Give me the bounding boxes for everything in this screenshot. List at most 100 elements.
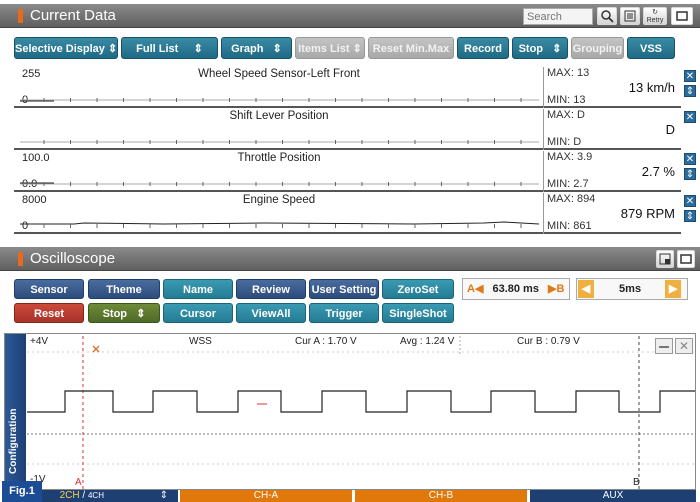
y-axis-top-label: +4V [30, 336, 49, 347]
min-value: MIN: 861 [547, 220, 592, 232]
singleshot-button[interactable]: SingleShot [382, 303, 454, 323]
cursor-a-label[interactable]: A [75, 477, 82, 488]
reorder-row-icon[interactable]: ⇕ [684, 85, 696, 97]
oscilloscope-title: Oscilloscope [30, 250, 116, 267]
stop-dropdown[interactable]: Stop ⇕ [512, 37, 568, 59]
reorder-row-icon[interactable]: ⇕ [684, 168, 696, 180]
current-value: 879 RPM [620, 206, 675, 221]
timebase-decrease-icon[interactable]: ◀ [578, 280, 594, 298]
full-list-dropdown[interactable]: Full List ⇕ [121, 37, 218, 59]
graph-label: Graph [231, 43, 264, 55]
cursor-a-readout: Cur A : 1.70 V [295, 336, 357, 347]
name-button[interactable]: Name [163, 279, 233, 299]
min-value: MIN: 13 [547, 94, 586, 106]
theme-button[interactable]: Theme [88, 279, 160, 299]
selective-display-dropdown[interactable]: Selective Display ⇕ [14, 37, 118, 59]
maximize-icon[interactable] [671, 7, 693, 25]
reset-minmax-button[interactable]: Reset Min.Max [368, 37, 454, 59]
channel-name-label: WSS [189, 336, 212, 347]
items-list-label: Items List [298, 43, 350, 55]
ch-count-sub: 4CH [87, 491, 104, 500]
reorder-row-icon[interactable]: ⇕ [684, 210, 696, 222]
zeroset-button[interactable]: ZeroSet [382, 279, 454, 299]
reset-button[interactable]: Reset [14, 303, 84, 323]
full-list-label: Full List [136, 43, 179, 55]
current-data-header: Current Data ↻ Retry [0, 4, 700, 28]
trend-line [20, 140, 539, 144]
figure-label: Fig.1 [2, 481, 42, 502]
viewall-button[interactable]: ViewAll [236, 303, 306, 323]
min-value: MIN: 2.7 [547, 178, 589, 190]
tab-ch-b[interactable]: CH-B [355, 490, 527, 502]
tab-aux[interactable]: AUX [530, 490, 696, 502]
stop-label: Stop [518, 43, 544, 55]
items-list-dropdown[interactable]: Items List ⇕ [295, 37, 365, 59]
review-button[interactable]: Review [236, 279, 306, 299]
cursor-delta-display: A◀ 63.80 ms ▶B [462, 278, 570, 300]
max-value: MAX: D [547, 109, 585, 121]
cursor-b-arrow-icon[interactable]: ▶B [548, 283, 564, 295]
cursor-b-readout: Cur B : 0.79 V [517, 336, 580, 347]
retry-label: Retry [646, 17, 664, 24]
layout-icon[interactable] [656, 250, 674, 268]
remove-row-icon[interactable]: ✕ [684, 70, 696, 82]
search-icon[interactable] [597, 7, 617, 25]
row-graph: 8000 Engine Speed 0 [14, 193, 544, 234]
remove-row-icon[interactable]: ✕ [684, 195, 696, 207]
trend-line [20, 98, 539, 102]
maximize-icon[interactable] [677, 250, 695, 268]
minimize-icon[interactable] [655, 338, 673, 354]
row-graph: 255 Wheel Speed Sensor-Left Front 0 [14, 67, 544, 108]
ab-time-value: 63.80 ms [492, 283, 539, 295]
waveform-plot [27, 336, 695, 490]
sensor-button[interactable]: Sensor [14, 279, 84, 299]
data-row[interactable]: 100.0 Throttle Position 0.0 MAX: 3.9 MIN… [14, 151, 681, 192]
list-icon[interactable] [620, 7, 640, 25]
trend-line [20, 182, 539, 186]
timebase-increase-icon[interactable]: ▶ [665, 280, 682, 298]
row-graph: 100.0 Throttle Position 0.0 [14, 151, 544, 192]
selective-display-label: Selective Display [15, 43, 105, 55]
remove-row-icon[interactable]: ✕ [684, 153, 696, 165]
max-value: MAX: 13 [547, 67, 590, 79]
vss-button[interactable]: VSS [627, 37, 675, 59]
min-value: MIN: D [547, 136, 582, 148]
search-input[interactable] [523, 8, 593, 25]
scope-display[interactable]: Configuration +4V -1V WSS Cur A : 1.70 V… [4, 333, 696, 491]
oscilloscope-header: Oscilloscope [0, 247, 700, 271]
panel-marker [18, 9, 23, 23]
max-value: MAX: 894 [547, 193, 596, 205]
retry-icon: ↻ [652, 9, 658, 16]
current-data-list: 255 Wheel Speed Sensor-Left Front 0 MAX:… [14, 67, 696, 237]
retry-button[interactable]: ↻ Retry [643, 7, 667, 25]
trigger-marker-icon [92, 345, 100, 353]
timebase-control: ◀ 5ms ▶ [576, 278, 688, 300]
data-row[interactable]: Shift Lever Position MAX: D MIN: D D [14, 109, 681, 150]
wss-signal-trace [27, 390, 695, 413]
timebase-value: 5ms [619, 283, 642, 295]
average-readout: Avg : 1.24 V [400, 336, 455, 347]
current-data-title: Current Data [30, 7, 116, 24]
cursor-button[interactable]: Cursor [163, 303, 233, 323]
user-setting-button[interactable]: User Setting [309, 279, 379, 299]
close-icon[interactable]: ✕ [675, 338, 693, 354]
data-row[interactable]: 8000 Engine Speed 0 MAX: 894 MIN: 861 87… [14, 193, 681, 234]
remove-row-icon[interactable]: ✕ [684, 111, 696, 123]
stop-dropdown-osc[interactable]: Stop ⇕ [88, 303, 160, 323]
stop-osc-label: Stop [102, 308, 128, 320]
grouping-button[interactable]: Grouping [571, 37, 624, 59]
trigger-button[interactable]: Trigger [309, 303, 379, 323]
max-value: MAX: 3.9 [547, 151, 593, 163]
current-value: D [665, 122, 675, 137]
trend-line [20, 221, 540, 228]
data-row[interactable]: 255 Wheel Speed Sensor-Left Front 0 MAX:… [14, 67, 681, 108]
cursor-b-label[interactable]: B [633, 477, 640, 488]
ch-count-main: 2CH [59, 490, 80, 501]
panel-marker [18, 252, 23, 266]
current-value: 2.7 % [641, 164, 675, 179]
record-button[interactable]: Record [457, 37, 509, 59]
graph-dropdown[interactable]: Graph ⇕ [221, 37, 292, 59]
tab-ch-a[interactable]: CH-A [180, 490, 352, 502]
cursor-a-arrow-icon[interactable]: A◀ [467, 283, 483, 295]
row-graph: Shift Lever Position [14, 109, 544, 150]
